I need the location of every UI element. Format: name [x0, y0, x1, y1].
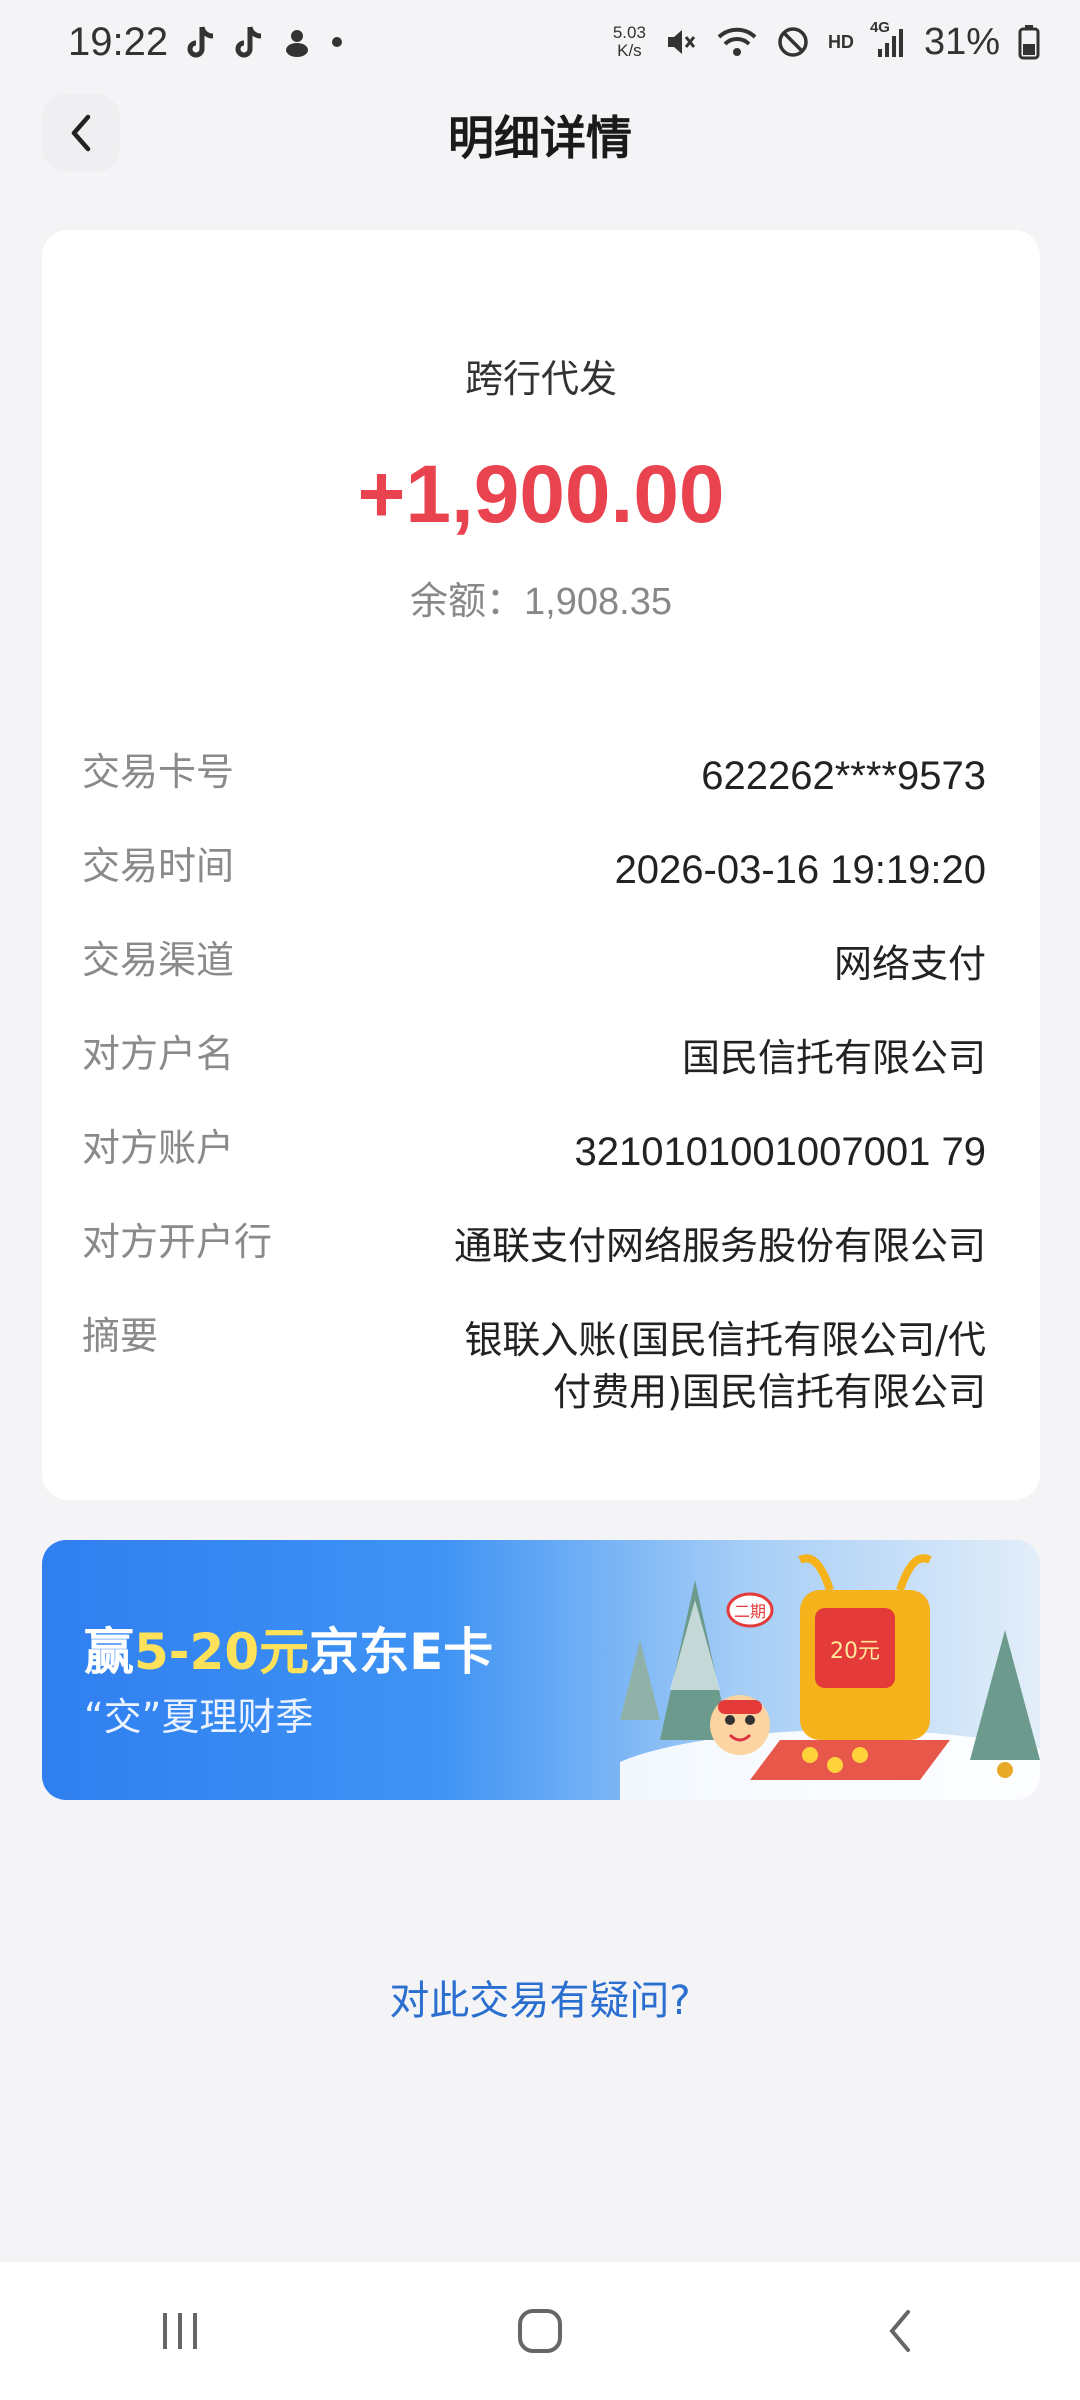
detail-row-channel: 交易渠道 网络支付: [82, 938, 986, 990]
battery-percent: 31%: [923, 20, 1000, 63]
system-nav-bar: [0, 2262, 1080, 2400]
tiktok-icon: [234, 25, 264, 59]
battery-icon: [1018, 24, 1040, 60]
balance: 余额：1,908.35: [42, 570, 1040, 625]
home-icon: [515, 2306, 565, 2356]
transaction-amount: +1,900.00: [357, 449, 725, 540]
transaction-detail-card: 跨行代发 +1,900.00 余额：1,908.35 交易卡号 622262**…: [42, 230, 1040, 1500]
detail-row-card-number: 交易卡号 622262****9573: [82, 750, 986, 802]
header: 明细详情: [0, 88, 1080, 184]
balance-value: 1,908.35: [524, 581, 672, 623]
detail-value: 国民信托有限公司: [681, 1036, 986, 1080]
balance-label: 余额：: [410, 579, 525, 623]
detail-value: 网络支付: [833, 942, 986, 986]
notification-icon: [282, 26, 312, 58]
banner-subtitle: “交”夏理财季: [84, 1695, 314, 1739]
detail-row-summary: 摘要 银联入账(国民信托有限公司/代付费用)国民信托有限公司: [82, 1314, 986, 1418]
detail-label: 交易渠道: [82, 938, 235, 982]
detail-row-time: 交易时间 2026-03-16 19:19:20: [82, 844, 986, 896]
detail-value: 622262****9573: [701, 754, 986, 798]
banner-title-highlight: 5-20元: [134, 1623, 310, 1681]
detail-row-counterparty-account: 对方账户 3210101001007001 79: [82, 1126, 986, 1178]
wifi-icon: [716, 25, 758, 59]
detail-value: 银联入账(国民信托有限公司/代付费用)国民信托有限公司: [464, 1318, 986, 1414]
banner-badge-text: 20元: [830, 1639, 880, 1664]
detail-row-counterparty-name: 对方户名 国民信托有限公司: [82, 1032, 986, 1084]
transaction-question-link[interactable]: 对此交易有疑问?: [0, 1968, 1080, 2026]
signal-icon: 4G: [870, 19, 906, 59]
status-bar: 19:22 5.03 K/s HD 4G 31%: [0, 0, 1080, 84]
net-speed-unit: K/s: [617, 41, 642, 60]
home-button[interactable]: [480, 2291, 600, 2371]
dnd-icon: [776, 25, 810, 59]
detail-label: 交易时间: [82, 844, 235, 888]
banner-title: 赢5-20元京东E卡: [84, 1612, 493, 1684]
detail-label: 对方账户: [82, 1126, 235, 1170]
detail-list: 交易卡号 622262****9573 交易时间 2026-03-16 19:1…: [82, 750, 986, 1460]
net-speed-value: 5.03: [612, 23, 646, 42]
transaction-type: 跨行代发: [464, 357, 617, 401]
detail-value: 通联支付网络服务股份有限公司: [453, 1224, 986, 1268]
detail-label: 对方开户行: [82, 1220, 273, 1264]
detail-value: 3210101001007001 79: [574, 1130, 986, 1174]
page-title: 明细详情: [448, 111, 632, 165]
banner-title-suffix: 京东E卡: [309, 1623, 494, 1681]
banner-illustration: 20元 二期: [620, 1554, 1040, 1800]
detail-row-counterparty-bank: 对方开户行 通联支付网络服务股份有限公司: [82, 1220, 986, 1272]
promo-banner[interactable]: 赢5-20元京东E卡 “交”夏理财季 20元 二期: [42, 1540, 1040, 1800]
recent-apps-icon: [155, 2309, 205, 2353]
detail-value: 2026-03-16 19:19:20: [614, 848, 986, 892]
back-arrow-icon: [883, 2306, 917, 2356]
status-time: 19:22: [68, 19, 169, 64]
hd-label: HD: [827, 31, 854, 52]
banner-tag-text: 二期: [734, 1602, 766, 1621]
signal-label: 4G: [869, 19, 890, 36]
dot-icon: [330, 35, 344, 49]
tiktok-icon: [186, 25, 216, 59]
recent-apps-button[interactable]: [120, 2291, 240, 2371]
net-speed: 5.03 K/s: [613, 24, 646, 60]
detail-label: 摘要: [82, 1314, 159, 1358]
mute-icon: [664, 25, 698, 59]
detail-label: 交易卡号: [82, 750, 235, 794]
back-nav-button[interactable]: [840, 2291, 960, 2371]
detail-label: 对方户名: [82, 1032, 235, 1076]
banner-title-prefix: 赢: [84, 1623, 134, 1681]
